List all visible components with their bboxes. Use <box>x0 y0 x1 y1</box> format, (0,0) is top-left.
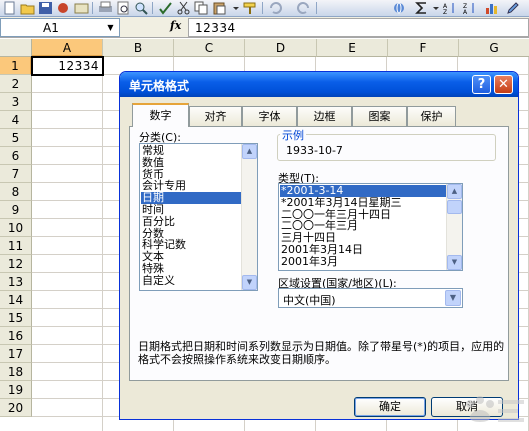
sort-descending-icon[interactable]: ZA <box>462 1 477 16</box>
category-item[interactable]: 百分比 <box>141 215 241 228</box>
svg-text:Z: Z <box>443 9 447 15</box>
scroll-down-icon[interactable]: ▼ <box>447 255 462 270</box>
column-header-a[interactable]: A <box>32 39 103 57</box>
column-header-b[interactable]: B <box>103 39 174 57</box>
column-header-e[interactable]: E <box>317 39 388 57</box>
category-item[interactable]: 数值 <box>141 156 241 169</box>
column-header-f[interactable]: F <box>388 39 459 57</box>
help-button[interactable]: ? <box>472 75 491 94</box>
tab-protection[interactable]: 保护 <box>407 106 456 126</box>
row-header-20[interactable]: 20 <box>0 399 32 417</box>
scroll-up-icon[interactable]: ▲ <box>447 184 462 199</box>
column-header-g[interactable]: G <box>459 39 529 57</box>
row-header-7[interactable]: 7 <box>0 165 32 183</box>
dialog-titlebar[interactable]: 单元格格式 ? ✕ <box>120 72 518 97</box>
format-description: 日期格式把日期和时间系列数显示为日期值。除了带星号(*)的项目，应用的格式不会按… <box>138 340 505 366</box>
row-header-12[interactable]: 12 <box>0 255 32 273</box>
category-item[interactable]: 自定义 <box>141 274 241 287</box>
column-header-d[interactable]: D <box>245 39 317 57</box>
type-item[interactable]: 2001年3月 <box>280 255 446 268</box>
close-button[interactable]: ✕ <box>494 75 513 94</box>
active-cell-a1[interactable]: 12334 <box>31 56 104 76</box>
svg-text:A: A <box>463 9 468 15</box>
mail-icon[interactable] <box>74 1 89 15</box>
formula-content: 12334 <box>195 21 236 35</box>
tab-patterns[interactable]: 图案 <box>352 106 407 126</box>
format-painter-icon[interactable] <box>242 1 257 15</box>
name-box-value: A1 <box>43 21 59 35</box>
redo-icon[interactable] <box>296 1 311 15</box>
row-header-11[interactable]: 11 <box>0 237 32 255</box>
chart-wizard-icon[interactable] <box>484 1 499 15</box>
column-header-c[interactable]: C <box>174 39 245 57</box>
row-header-6[interactable]: 6 <box>0 147 32 165</box>
copy-icon[interactable] <box>194 1 209 15</box>
category-list[interactable]: 常规 数值 货币 会计专用 日期 时间 百分比 分数 科学记数 文本 特殊 自定义 ▲ ▼ <box>139 143 258 291</box>
sample-value: 1933-10-7 <box>286 144 343 157</box>
locale-value: 中文(中国) <box>283 294 336 307</box>
chevron-down-icon[interactable]: ▼ <box>445 290 461 306</box>
row-header-10[interactable]: 10 <box>0 219 32 237</box>
cell-value: 12334 <box>58 59 99 73</box>
open-folder-icon[interactable] <box>20 1 35 15</box>
new-file-icon[interactable] <box>2 1 17 15</box>
insert-function-icon[interactable]: fx <box>170 19 181 32</box>
scroll-up-icon[interactable]: ▲ <box>242 144 257 159</box>
row-header-19[interactable]: 19 <box>0 381 32 399</box>
watermark-logo-icon <box>466 396 524 422</box>
sample-label: 示例 <box>280 127 306 143</box>
tab-border[interactable]: 边框 <box>297 106 352 126</box>
category-scrollbar[interactable]: ▲ ▼ <box>241 144 257 290</box>
print-icon[interactable] <box>98 1 113 15</box>
spelling-icon[interactable] <box>158 1 173 15</box>
row-header-13[interactable]: 13 <box>0 273 32 291</box>
autosum-icon[interactable] <box>414 1 429 15</box>
tab-number[interactable]: 数字 <box>132 103 189 127</box>
formula-input[interactable]: 12334 <box>188 18 529 37</box>
type-scrollbar[interactable]: ▲ ▼ <box>446 184 462 270</box>
standard-toolbar: AZ ZA <box>0 0 529 17</box>
hyperlink-icon[interactable] <box>392 1 407 15</box>
row-header-1[interactable]: 1 <box>0 57 32 75</box>
formula-bar: A1 ▼ fx 12334 <box>0 17 529 38</box>
row-header-9[interactable]: 9 <box>0 201 32 219</box>
paste-icon[interactable] <box>212 1 227 15</box>
scroll-down-icon[interactable]: ▼ <box>242 275 257 290</box>
ok-button[interactable]: 确定 <box>354 397 426 417</box>
locale-select[interactable]: 中文(中国) ▼ <box>278 288 463 308</box>
select-all-corner[interactable] <box>0 39 32 57</box>
row-header-14[interactable]: 14 <box>0 291 32 309</box>
row-header-5[interactable]: 5 <box>0 129 32 147</box>
cut-icon[interactable] <box>176 1 191 15</box>
tab-font[interactable]: 字体 <box>242 106 297 126</box>
research-icon[interactable] <box>134 1 149 15</box>
row-header-2[interactable]: 2 <box>0 75 32 93</box>
name-box[interactable]: A1 ▼ <box>0 18 120 37</box>
scroll-thumb[interactable] <box>447 200 462 214</box>
row-header-16[interactable]: 16 <box>0 327 32 345</box>
drawing-icon[interactable] <box>506 1 521 15</box>
row-header-15[interactable]: 15 <box>0 309 32 327</box>
type-item[interactable]: *2001年3月14日星期三 <box>280 196 446 209</box>
save-icon[interactable] <box>38 1 53 15</box>
print-preview-icon[interactable] <box>116 1 131 15</box>
dialog-title: 单元格格式 <box>129 79 190 93</box>
permission-icon[interactable] <box>56 1 71 15</box>
row-header-3[interactable]: 3 <box>0 93 32 111</box>
row-header-8[interactable]: 8 <box>0 183 32 201</box>
type-list[interactable]: *2001-3-14 *2001年3月14日星期三 二〇〇一年三月十四日 二〇〇一年三… <box>278 183 463 271</box>
undo-icon[interactable] <box>268 1 283 15</box>
row-header-17[interactable]: 17 <box>0 345 32 363</box>
row-header-4[interactable]: 4 <box>0 111 32 129</box>
chevron-down-icon[interactable]: ▼ <box>103 21 118 34</box>
format-cells-dialog: 单元格格式 ? ✕ 数字 对齐 字体 边框 图案 保护 分类(C): 常规 数值 货币 会计专用… <box>119 71 519 420</box>
sort-ascending-icon[interactable]: AZ <box>442 1 457 16</box>
tab-alignment[interactable]: 对齐 <box>189 106 242 126</box>
row-header-18[interactable]: 18 <box>0 363 32 381</box>
